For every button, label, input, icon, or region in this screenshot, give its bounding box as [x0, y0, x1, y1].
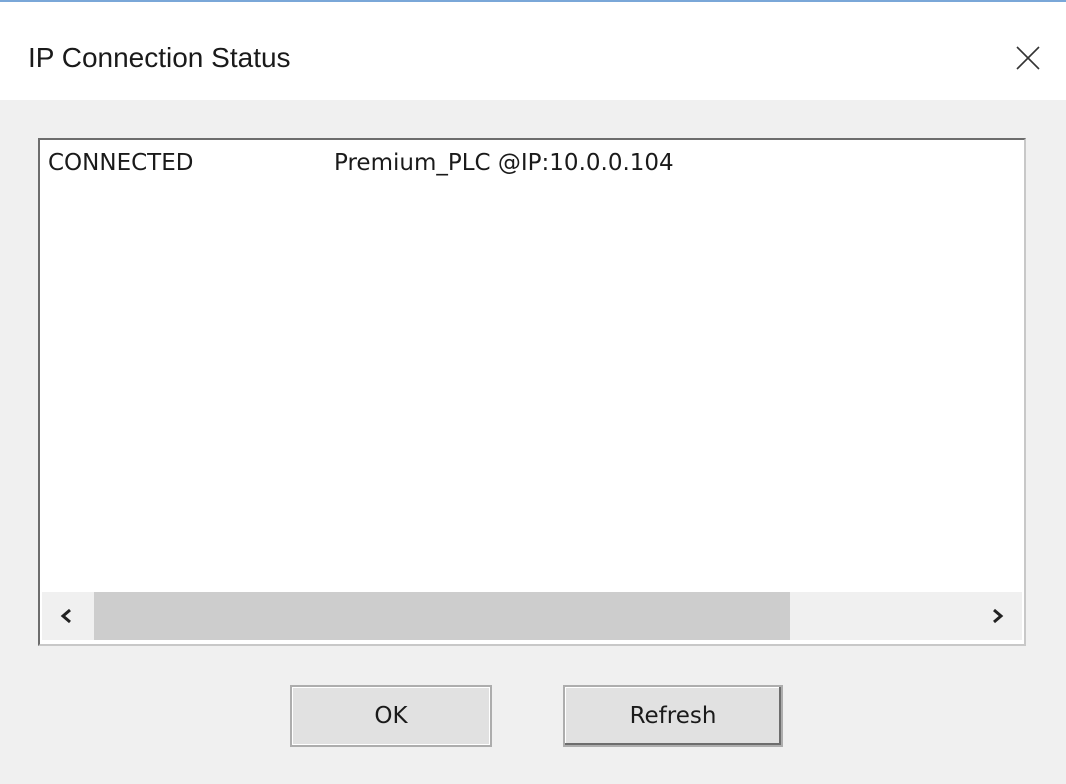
title-bar[interactable]: IP Connection Status — [0, 2, 1066, 100]
connection-list[interactable]: CONNECTED Premium_PLC @IP:10.0.0.104 — [38, 138, 1026, 646]
list-item[interactable]: CONNECTED Premium_PLC @IP:10.0.0.104 — [48, 150, 1008, 182]
close-button[interactable] — [1006, 36, 1046, 76]
scroll-right-button[interactable] — [972, 592, 1022, 640]
ip-connection-status-dialog: IP Connection Status CONNECTED Premium_P… — [0, 0, 1066, 784]
connection-device: Premium_PLC @IP:10.0.0.104 — [334, 150, 674, 176]
chevron-right-icon — [993, 608, 1004, 624]
connection-status: CONNECTED — [48, 150, 194, 176]
refresh-button[interactable]: Refresh — [563, 685, 783, 747]
scroll-thumb[interactable] — [94, 592, 790, 640]
close-icon — [1016, 46, 1040, 70]
scroll-left-button[interactable] — [42, 592, 92, 640]
ok-button[interactable]: OK — [290, 685, 492, 747]
dialog-title: IP Connection Status — [28, 42, 291, 73]
horizontal-scrollbar[interactable] — [42, 592, 1022, 640]
chevron-left-icon — [60, 608, 71, 624]
